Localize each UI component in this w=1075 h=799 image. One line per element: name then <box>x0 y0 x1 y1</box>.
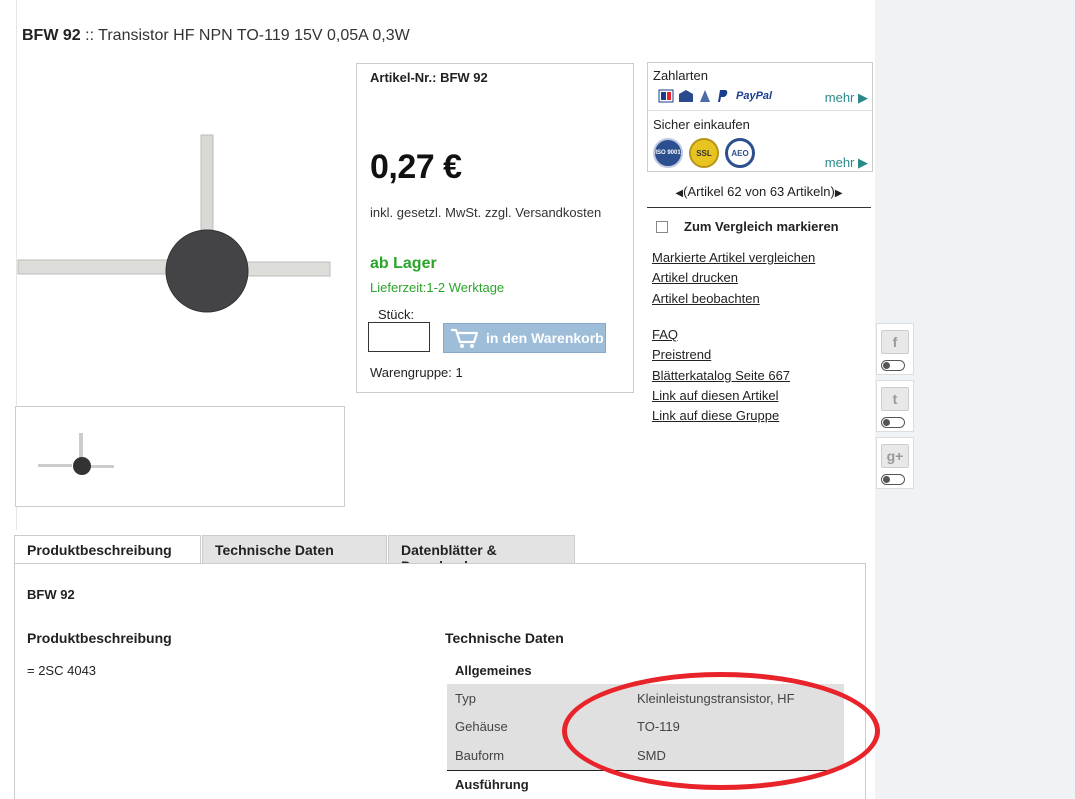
article-actions-links: Markierte Artikel vergleichen Artikel dr… <box>652 250 815 311</box>
article-navigation: ◀(Artikel 62 von 63 Artikeln)▶ <box>647 184 871 199</box>
add-to-cart-label: in den Warenkorb <box>486 330 604 346</box>
paypal-label: PayPal <box>736 90 773 102</box>
payment-methods-title: Zahlarten <box>653 68 708 83</box>
link-faq[interactable]: FAQ <box>652 327 790 347</box>
cart-icon <box>451 328 479 348</box>
twitter-toggle[interactable] <box>881 417 905 428</box>
secure-shopping-section: Sicher einkaufen ISO 9001 SSL AEO mehr ▶ <box>648 112 872 172</box>
cash-on-delivery-icon <box>700 90 710 102</box>
facebook-share[interactable]: f <box>876 323 914 375</box>
link-compare-marked[interactable]: Markierte Artikel vergleichen <box>652 250 815 270</box>
compare-checkbox[interactable] <box>656 220 668 233</box>
link-print-article[interactable]: Artikel drucken <box>652 270 815 290</box>
payment-icons: PayPal <box>658 89 772 103</box>
link-this-article[interactable]: Link auf diesen Artikel <box>652 388 790 408</box>
twitter-share[interactable]: t <box>876 380 914 432</box>
tab-datasheets-downloads[interactable]: Datenblätter & Downloads <box>388 535 575 574</box>
product-group: Warengruppe: 1 <box>370 365 463 380</box>
compare-row: Zum Vergleich markieren <box>656 219 839 234</box>
secure-more-link[interactable]: mehr ▶ <box>825 155 868 171</box>
payment-methods-section: Zahlarten PayPal mehr ▶ <box>648 63 872 111</box>
quantity-label: Stück: <box>378 307 415 322</box>
spec-group-design: Ausführung <box>455 777 529 792</box>
payment-box: Zahlarten PayPal mehr ▶ Sicher einkaufen… <box>647 62 873 172</box>
tab-technical-data[interactable]: Technische Daten <box>202 535 387 564</box>
red-highlight-ellipse <box>562 672 880 790</box>
paypal-icon <box>718 90 728 102</box>
quantity-input[interactable] <box>368 322 430 352</box>
thumbnail-box[interactable] <box>15 406 345 507</box>
product-code: BFW 92 <box>22 27 81 44</box>
payment-more-link[interactable]: mehr ▶ <box>825 90 868 106</box>
ec-card-icon <box>658 89 674 103</box>
add-to-cart-button[interactable]: in den Warenkorb <box>443 323 606 353</box>
next-article-arrow-icon[interactable]: ▶ <box>835 188 843 199</box>
product-image[interactable] <box>16 130 336 320</box>
description-text: = 2SC 4043 <box>27 663 97 678</box>
tech-data-heading: Technische Daten <box>445 630 564 646</box>
vat-note: inkl. gesetzl. MwSt. zzgl. Versandkosten <box>370 205 602 220</box>
buy-box: Artikel-Nr.: BFW 92 0,27 € inkl. gesetzl… <box>356 63 634 393</box>
page-title: BFW 92 :: Transistor HF NPN TO-119 15V 0… <box>22 27 410 45</box>
trust-seals: ISO 9001 SSL AEO <box>653 138 755 168</box>
article-position: (Artikel 62 von 63 Artikeln) <box>683 184 835 199</box>
link-price-trend[interactable]: Preistrend <box>652 347 790 367</box>
panel-product-code: BFW 92 <box>27 587 75 602</box>
iso-seal-label: ISO 9001 <box>655 150 681 156</box>
twitter-icon[interactable]: t <box>881 387 909 411</box>
link-this-group[interactable]: Link auf diese Gruppe <box>652 408 790 428</box>
article-number: Artikel-Nr.: BFW 92 <box>370 70 488 85</box>
ssl-seal-label: SSL <box>696 148 712 158</box>
facebook-toggle[interactable] <box>881 360 905 371</box>
product-tabs: Produktbeschreibung Technische Daten Dat… <box>14 535 576 574</box>
facebook-icon[interactable]: f <box>881 330 909 354</box>
ssl-seal-icon: SSL <box>689 138 719 168</box>
navigation-divider <box>647 207 871 208</box>
link-catalog-page[interactable]: Blätterkatalog Seite 667 <box>652 368 790 388</box>
googleplus-toggle[interactable] <box>881 474 905 485</box>
googleplus-share[interactable]: g+ <box>876 437 914 489</box>
product-name: Transistor HF NPN TO-119 15V 0,05A 0,3W <box>98 27 410 44</box>
iso-9001-seal-icon: ISO 9001 <box>653 138 683 168</box>
aeo-seal-label: AEO <box>731 148 749 158</box>
tab-product-description[interactable]: Produktbeschreibung <box>14 535 201 564</box>
thumbnail-image[interactable] <box>38 433 118 483</box>
secure-shopping-title: Sicher einkaufen <box>653 117 750 132</box>
bank-transfer-icon <box>679 90 693 102</box>
stock-status: ab Lager <box>370 255 437 272</box>
title-separator: :: <box>80 27 99 44</box>
googleplus-icon[interactable]: g+ <box>881 444 909 468</box>
compare-label: Zum Vergleich markieren <box>684 219 839 234</box>
price: 0,27 € <box>370 148 462 186</box>
description-heading: Produktbeschreibung <box>27 630 172 646</box>
spec-group-general: Allgemeines <box>455 663 532 678</box>
prev-article-arrow-icon[interactable]: ◀ <box>675 188 683 199</box>
delivery-time: Lieferzeit:1-2 Werktage <box>370 280 505 295</box>
info-links: FAQ Preistrend Blätterkatalog Seite 667 … <box>652 327 790 428</box>
aeo-seal-icon: AEO <box>725 138 755 168</box>
link-watch-article[interactable]: Artikel beobachten <box>652 291 815 311</box>
